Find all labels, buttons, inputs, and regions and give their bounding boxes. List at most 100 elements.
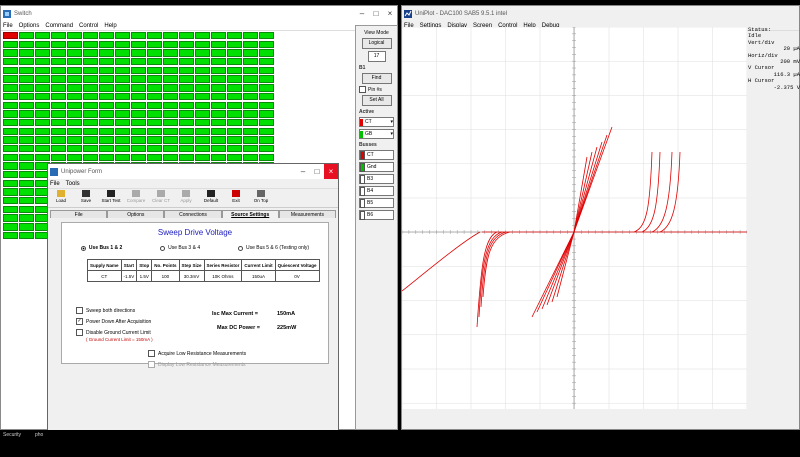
switch-cell[interactable] [83, 118, 98, 127]
active-select[interactable]: CT ▾ [359, 117, 394, 127]
switch-cell[interactable] [51, 127, 66, 135]
toolbar-start-test-button[interactable]: Start Test [100, 190, 122, 206]
switch-cell[interactable] [83, 58, 98, 66]
switch-cell[interactable] [259, 136, 274, 144]
switch-cell[interactable] [211, 66, 226, 75]
switch-cell[interactable] [35, 118, 50, 127]
switch-cell[interactable] [35, 40, 50, 49]
switch-cell[interactable] [115, 32, 130, 40]
switch-cell[interactable] [67, 118, 82, 127]
switch-cell[interactable] [51, 153, 66, 162]
switch-cell[interactable] [35, 144, 50, 153]
switch-cell[interactable] [147, 118, 162, 127]
menu-control[interactable]: Control [79, 23, 98, 29]
switch-cell[interactable] [211, 75, 226, 83]
close-icon[interactable]: × [324, 164, 338, 179]
switch-cell[interactable] [179, 127, 194, 135]
switch-cell[interactable] [115, 144, 130, 153]
switch-cell[interactable] [67, 58, 82, 66]
switch-cell[interactable] [67, 75, 82, 83]
switch-cell[interactable] [131, 49, 146, 57]
switch-cell[interactable] [147, 144, 162, 153]
switch-cell[interactable] [3, 171, 18, 179]
switch-cell[interactable] [131, 127, 146, 135]
switch-cell[interactable] [147, 75, 162, 83]
switch-cell[interactable] [67, 66, 82, 75]
bus-field-0[interactable]: CT [359, 150, 394, 160]
maximize-icon[interactable]: □ [369, 6, 383, 21]
switch-cell[interactable] [259, 144, 274, 153]
switch-cell[interactable] [19, 92, 34, 101]
switch-cell[interactable] [35, 84, 50, 92]
switch-cell[interactable] [179, 110, 194, 118]
switch-cell[interactable] [227, 92, 242, 101]
switch-cell[interactable] [147, 101, 162, 109]
switch-cell[interactable] [243, 118, 258, 127]
switch-cell[interactable] [51, 58, 66, 66]
switch-cell[interactable] [179, 136, 194, 144]
switch-cell[interactable] [83, 136, 98, 144]
switch-cell[interactable] [147, 66, 162, 75]
chevron-down-icon[interactable]: ▾ [390, 131, 393, 137]
switch-cell[interactable] [115, 110, 130, 118]
switch-cell[interactable] [19, 171, 34, 179]
switch-cell[interactable] [211, 49, 226, 57]
switch-cell[interactable] [147, 49, 162, 57]
switch-cell[interactable] [227, 66, 242, 75]
menu-command[interactable]: Command [45, 23, 73, 29]
switch-cell[interactable] [51, 40, 66, 49]
switch-cell[interactable] [195, 84, 210, 92]
switch-cell[interactable] [67, 49, 82, 57]
switch-cell[interactable] [83, 92, 98, 101]
switch-cell[interactable] [67, 101, 82, 109]
switch-cell[interactable] [179, 153, 194, 162]
switch-cell[interactable] [67, 84, 82, 92]
acquire-low-checkbox[interactable]: Acquire Low Resistance Measurements [148, 350, 246, 357]
switch-cell[interactable] [51, 49, 66, 57]
switch-cell[interactable] [51, 75, 66, 83]
switch-cell[interactable] [195, 127, 210, 135]
switch-cell[interactable] [19, 66, 34, 75]
switch-cell[interactable] [19, 197, 34, 205]
bus-field-3[interactable]: B4 [359, 186, 394, 196]
switch-cell[interactable] [243, 127, 258, 135]
switch-cell[interactable] [35, 66, 50, 75]
switch-cell[interactable] [115, 92, 130, 101]
switch-cell[interactable] [179, 101, 194, 109]
switch-cell[interactable] [147, 40, 162, 49]
switch-cell[interactable] [179, 40, 194, 49]
switch-cell[interactable] [227, 58, 242, 66]
switch-cell[interactable] [3, 118, 18, 127]
switch-cell[interactable] [83, 153, 98, 162]
switch-cell[interactable] [163, 101, 178, 109]
switch-cell[interactable] [51, 144, 66, 153]
switch-cell[interactable] [131, 40, 146, 49]
switch-cell[interactable] [83, 32, 98, 40]
switch-cell[interactable] [195, 75, 210, 83]
toolbar-exit-button[interactable]: Exit [225, 190, 247, 206]
switch-cell[interactable] [227, 144, 242, 153]
switch-cell[interactable] [243, 110, 258, 118]
switch-cell[interactable] [19, 84, 34, 92]
switch-cell[interactable] [147, 110, 162, 118]
switch-cell[interactable] [243, 84, 258, 92]
switch-cell[interactable] [115, 58, 130, 66]
check-icon[interactable]: ✓ [76, 318, 83, 325]
display-low-box[interactable] [148, 361, 155, 368]
switch-cell[interactable] [3, 205, 18, 214]
switch-cell[interactable] [3, 197, 18, 205]
switch-cell[interactable] [19, 75, 34, 83]
switch-cell[interactable] [35, 92, 50, 101]
bus-field-5[interactable]: B6 [359, 210, 394, 220]
bus-radio-0[interactable]: Use Bus 1 & 2 [80, 245, 122, 251]
display-low-checkbox[interactable]: Display Low Resistance Measurements [148, 361, 246, 368]
switch-cell[interactable] [227, 118, 242, 127]
switch-cell[interactable] [163, 58, 178, 66]
switch-cell[interactable] [259, 101, 274, 109]
switch-cell[interactable] [131, 136, 146, 144]
switch-cell[interactable] [83, 144, 98, 153]
switch-cell[interactable] [19, 58, 34, 66]
switch-cell[interactable] [259, 110, 274, 118]
switch-cell[interactable] [243, 153, 258, 162]
switch-cell[interactable] [179, 75, 194, 83]
